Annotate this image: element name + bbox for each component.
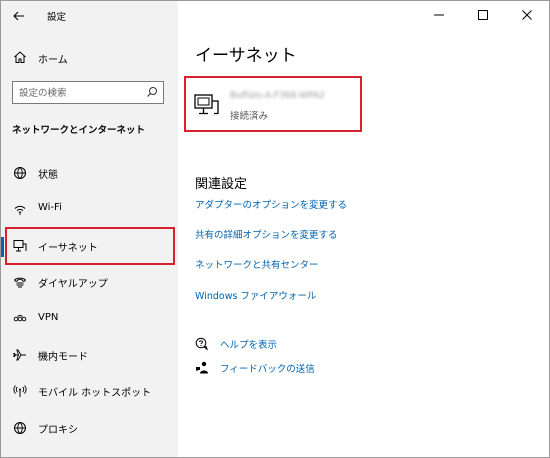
back-button[interactable] — [9, 6, 29, 26]
maximize-button[interactable] — [461, 1, 505, 29]
sidebar-item-ethernet[interactable]: イーサネット — [1, 229, 178, 265]
globe-status-icon — [14, 167, 26, 179]
sidebar-item-label: モバイル ホットスポット — [38, 388, 152, 400]
adapter-name: Buffalo-A-F368-WPA2 — [230, 91, 325, 101]
section-heading: ネットワークとインターネット — [12, 125, 146, 136]
link-network-sharing-center[interactable]: ネットワークと共有センター — [195, 257, 319, 271]
link-windows-firewall[interactable]: Windows ファイアウォール — [195, 288, 316, 302]
maximize-icon — [478, 10, 488, 20]
window-controls — [417, 1, 549, 29]
page-title: イーサネット — [195, 46, 297, 66]
globe-proxy-icon — [14, 421, 26, 434]
help-chat-icon — [195, 337, 208, 351]
minimize-icon — [434, 14, 444, 16]
hotspot-icon — [13, 385, 27, 398]
search-box[interactable] — [12, 81, 164, 104]
sidebar-item-proxy[interactable]: プロキシ — [1, 411, 178, 447]
help-label: ヘルプを表示 — [220, 340, 278, 351]
search-icon[interactable] — [146, 86, 158, 98]
sidebar-item-label: 状態 — [38, 170, 58, 181]
app-title: 設定 — [47, 12, 67, 23]
sidebar-item-label: VPN — [38, 311, 59, 323]
main-content: イーサネット Buffalo-A-F368-WPA2 接続済み 関連設定 アダプ… — [178, 1, 549, 457]
sidebar-item-label: イーサネット — [38, 242, 98, 254]
link-advanced-sharing[interactable]: 共有の詳細オプションを変更する — [195, 227, 338, 241]
sidebar: 設定 ホーム ネットワークとインターネット 状態 — [1, 1, 178, 457]
close-button[interactable] — [505, 1, 549, 29]
wifi-icon — [14, 206, 26, 216]
link-adapter-options[interactable]: アダプターのオプションを変更する — [195, 197, 347, 211]
nav-home[interactable]: ホーム — [1, 43, 178, 73]
airplane-icon — [13, 349, 26, 361]
settings-window: 設定 ホーム ネットワークとインターネット 状態 — [0, 0, 550, 458]
search-input[interactable] — [17, 84, 141, 102]
selection-indicator — [1, 236, 4, 257]
sidebar-item-airplane[interactable]: 機内モード — [1, 338, 178, 374]
back-arrow-icon — [13, 11, 24, 21]
ethernet-adapter-item[interactable]: Buffalo-A-F368-WPA2 接続済み — [184, 76, 362, 132]
sidebar-item-wifi[interactable]: Wi-Fi — [1, 192, 178, 228]
home-icon — [14, 51, 26, 63]
sidebar-item-hotspot[interactable]: モバイル ホットスポット — [1, 374, 178, 410]
ethernet-icon — [13, 239, 27, 252]
sidebar-item-label: ダイヤルアップ — [38, 279, 108, 291]
ethernet-adapter-icon — [194, 94, 219, 115]
adapter-status: 接続済み — [230, 111, 269, 122]
related-settings-heading: 関連設定 — [195, 177, 248, 192]
sidebar-item-label: 機内モード — [38, 351, 88, 363]
vpn-icon — [13, 314, 27, 321]
nav-list: 状態 Wi-Fi イーサネット ダイヤルアップ VPN 機内モード モバイル ホ… — [1, 156, 178, 447]
sidebar-item-label: プロキシ — [38, 424, 78, 436]
sidebar-item-status[interactable]: 状態 — [1, 156, 178, 192]
sidebar-item-dialup[interactable]: ダイヤルアップ — [1, 265, 178, 301]
minimize-button[interactable] — [417, 1, 461, 29]
feedback-icon — [196, 361, 208, 374]
feedback-label: フィードバックの送信 — [220, 364, 315, 375]
sidebar-item-vpn[interactable]: VPN — [1, 302, 178, 338]
home-label: ホーム — [38, 55, 68, 66]
sidebar-item-label: Wi-Fi — [38, 202, 62, 214]
dialup-icon — [13, 277, 27, 288]
title-bar: 設定 — [1, 1, 178, 31]
close-icon — [522, 10, 532, 20]
